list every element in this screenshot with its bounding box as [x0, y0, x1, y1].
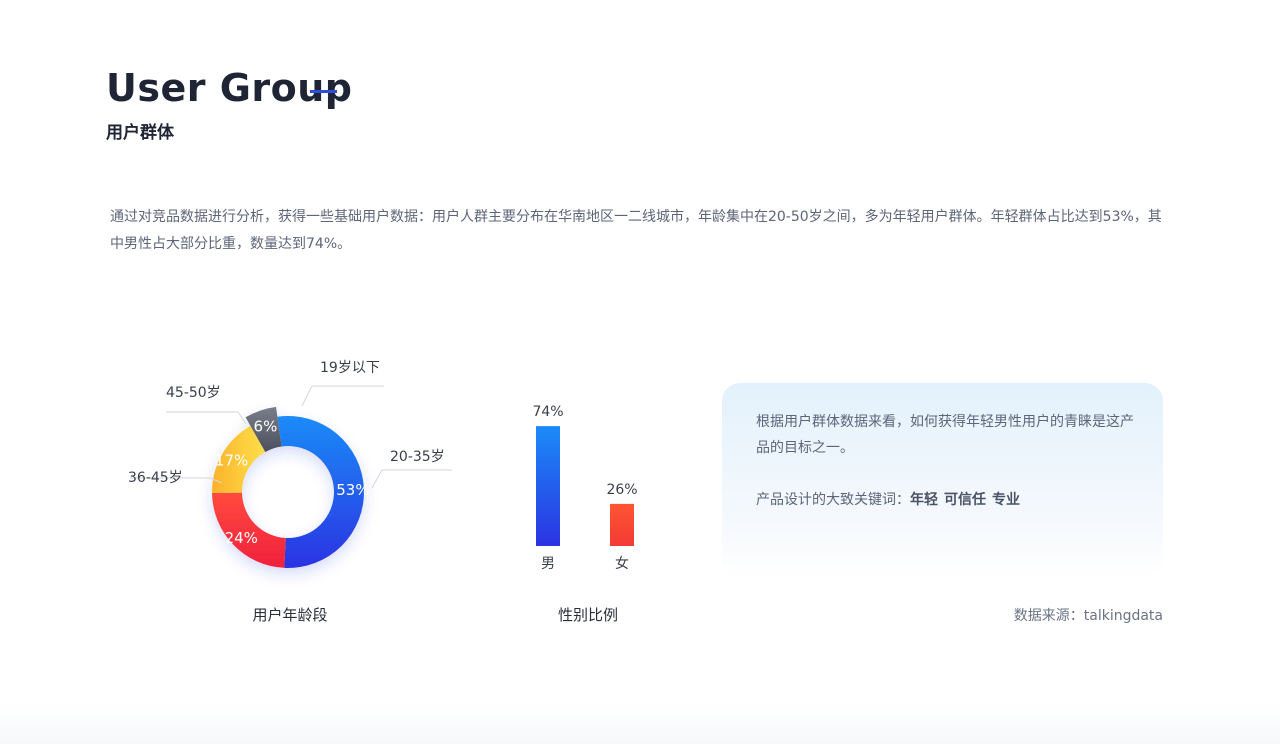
leader-line — [371, 469, 452, 489]
slice-category-label: 19岁以下 — [320, 360, 380, 376]
keywords-label: 产品设计的大致关键词： — [756, 492, 910, 508]
keyword: 专业 — [992, 492, 1020, 508]
bottom-fade — [0, 704, 1280, 744]
data-source: 数据来源：talkingdata — [1013, 608, 1163, 624]
slice-category-label: 20-35岁 — [390, 449, 445, 465]
bar-category-label: 男 — [541, 556, 555, 572]
gender-chart-caption: 性别比例 — [557, 606, 618, 624]
bar-value-label: 26% — [606, 482, 637, 498]
slice-percent-label: 17% — [215, 452, 248, 470]
keyword: 可信任 — [944, 492, 986, 508]
leader-line — [301, 385, 384, 407]
slice-percent-label: 24% — [225, 529, 258, 547]
insight-card: 根据用户群体数据来看，如何获得年轻男性用户的青睐是这产品的目标之一。 产品设计的… — [722, 383, 1163, 579]
keywords-line: 产品设计的大致关键词：年轻 可信任 专业 — [756, 487, 1020, 513]
slice-percent-label: 6% — [254, 418, 278, 436]
gender-bar — [536, 426, 560, 546]
insight-text: 根据用户群体数据来看，如何获得年轻男性用户的青睐是这产品的目标之一。 — [756, 414, 1134, 456]
keyword: 年轻 — [910, 492, 938, 508]
gender-bar-chart: 74% 男 26% 女 — [532, 404, 637, 572]
age-donut-chart: 53% 24% 17% 6% 20-35岁 36-45岁 45-50岁 19岁以下 — [128, 360, 452, 568]
page-title: User Group — [106, 66, 353, 110]
intro-paragraph: 通过对竞品数据进行分析，获得一些基础用户数据：用户人群主要分布在华南地区一二线城… — [110, 209, 1162, 252]
slice-percent-label: 53% — [336, 481, 369, 499]
age-chart-caption: 用户年龄段 — [252, 606, 328, 624]
bar-value-label: 74% — [532, 404, 563, 420]
leader-line — [166, 411, 247, 425]
bar-category-label: 女 — [615, 555, 629, 572]
slice-category-label: 36-45岁 — [128, 470, 183, 486]
page-subtitle: 用户群体 — [106, 123, 174, 143]
gender-bar — [610, 503, 634, 546]
slice-category-label: 45-50岁 — [166, 385, 221, 401]
title-accent-dash — [310, 90, 337, 93]
